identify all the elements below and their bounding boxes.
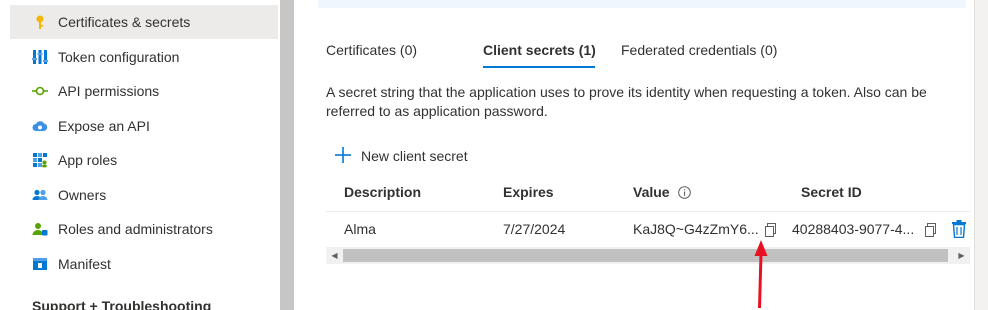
column-header-secret-id[interactable]: Secret ID <box>801 184 862 200</box>
pane-splitter[interactable] <box>280 0 294 310</box>
copy-secret-id-icon[interactable] <box>923 222 939 238</box>
delete-trash-icon[interactable] <box>951 220 967 239</box>
cell-secret-id: 40288403-9077-4... <box>792 221 915 237</box>
sidebar-item-label: Roles and administrators <box>58 221 213 237</box>
scroll-left-icon[interactable]: ◀ <box>326 247 343 264</box>
scrollbar-thumb[interactable] <box>343 249 948 262</box>
main-content: Certificates (0) Client secrets (1) Fede… <box>294 0 988 310</box>
token-config-icon <box>32 49 48 65</box>
column-header-expires[interactable]: Expires <box>503 184 554 200</box>
sidebar-item-api-permissions[interactable]: API permissions <box>10 74 278 108</box>
active-tab-indicator <box>483 66 595 68</box>
tab-client-secrets[interactable]: Client secrets (1) <box>483 42 596 58</box>
api-permissions-icon <box>32 83 48 99</box>
sidebar-item-roles-and-administrators[interactable]: Roles and administrators <box>10 212 278 246</box>
sidebar-item-owners[interactable]: Owners <box>10 178 278 212</box>
column-header-value-label: Value <box>633 184 670 200</box>
sidebar-item-label: Token configuration <box>58 49 180 65</box>
scroll-right-icon[interactable]: ▶ <box>953 247 970 264</box>
tab-certificates[interactable]: Certificates (0) <box>326 42 417 58</box>
new-client-secret-label: New client secret <box>361 148 468 164</box>
column-header-value[interactable]: Value <box>633 184 691 200</box>
sidebar-item-label: Owners <box>58 187 107 203</box>
info-icon[interactable] <box>678 186 691 199</box>
sidebar-item-app-roles[interactable]: App roles <box>10 143 278 177</box>
copy-value-icon[interactable] <box>763 222 779 238</box>
roles-admin-icon <box>32 221 48 237</box>
manifest-icon <box>32 256 48 272</box>
column-header-description[interactable]: Description <box>344 184 421 200</box>
right-scroll-gutter <box>974 0 988 310</box>
cell-expires: 7/27/2024 <box>503 221 566 237</box>
cell-value: KaJ8Q~G4zZmY6... <box>633 221 759 237</box>
app-roles-icon <box>32 152 48 168</box>
cloud-icon <box>32 118 48 134</box>
annotation-arrow-icon <box>754 240 768 309</box>
sidebar-item-manifest[interactable]: Manifest <box>10 247 278 281</box>
sidebar-item-label: Manifest <box>58 256 111 272</box>
sidebar-section-header: Support + Troubleshooting <box>32 298 212 310</box>
sidebar-item-label: App roles <box>58 152 118 168</box>
cell-description: Alma <box>344 221 376 237</box>
horizontal-scrollbar[interactable]: ◀ ▶ <box>326 247 970 264</box>
owners-icon <box>32 187 48 203</box>
section-description: A secret string that the application use… <box>326 84 927 119</box>
plus-icon <box>334 146 352 164</box>
sidebar-item-label: Expose an API <box>58 118 150 134</box>
sidebar: Certificates & secrets Token configurati… <box>0 0 280 310</box>
sidebar-item-certificates-secrets[interactable]: Certificates & secrets <box>10 5 278 39</box>
sidebar-item-label: API permissions <box>58 83 160 99</box>
tab-federated-credentials[interactable]: Federated credentials (0) <box>621 42 777 58</box>
table-header-divider <box>326 211 970 212</box>
key-icon <box>32 14 48 30</box>
sidebar-item-label: Certificates & secrets <box>58 14 191 30</box>
sidebar-item-token-configuration[interactable]: Token configuration <box>10 40 278 74</box>
info-banner <box>318 0 966 8</box>
sidebar-item-expose-an-api[interactable]: Expose an API <box>10 109 278 143</box>
